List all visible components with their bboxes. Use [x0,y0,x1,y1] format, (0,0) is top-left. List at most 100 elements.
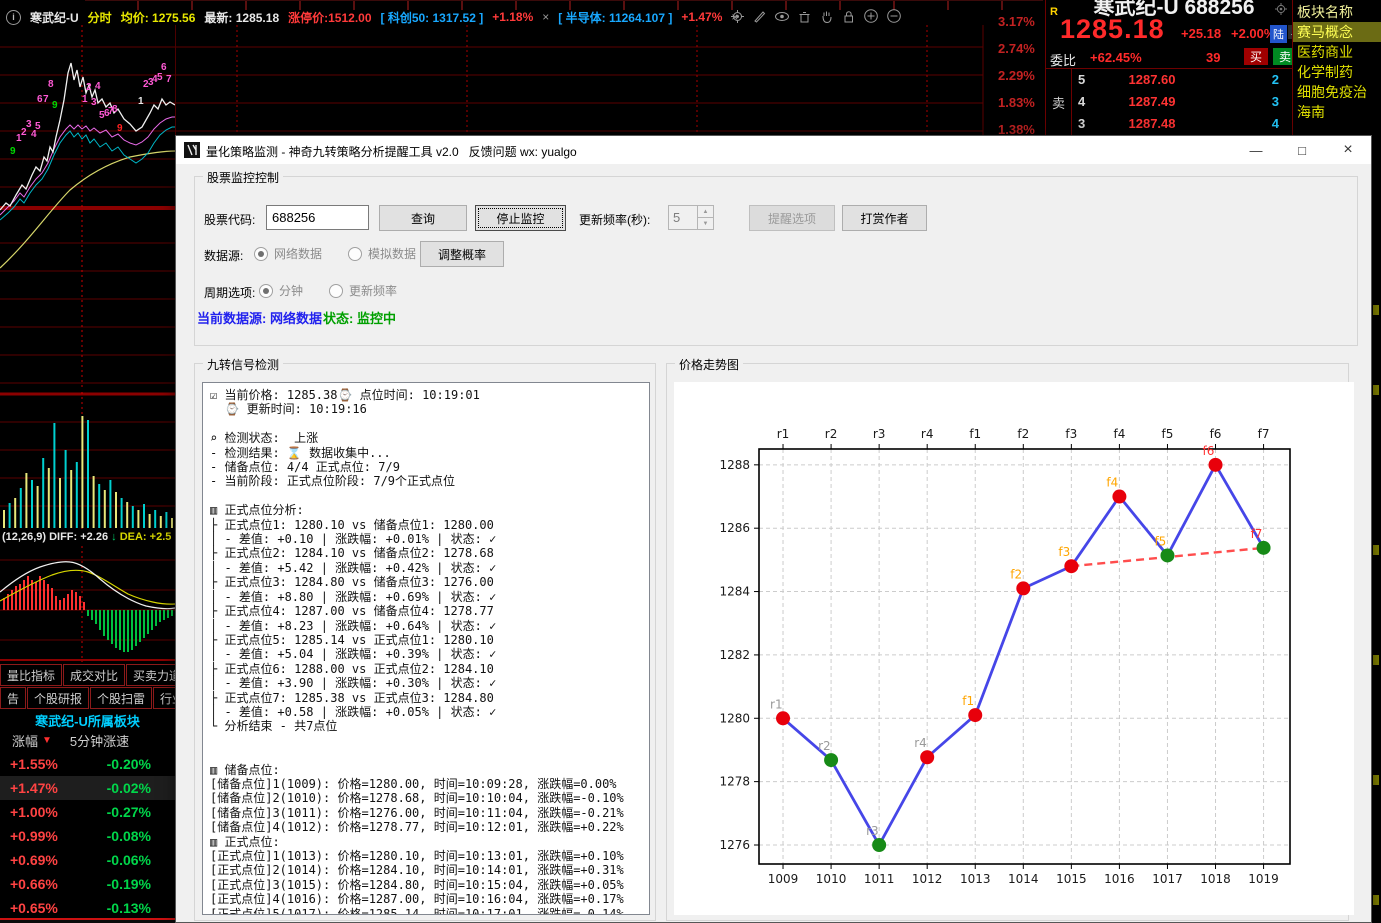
svg-text:r3: r3 [873,427,886,441]
radio-option[interactable]: 更新频率 [329,282,397,299]
board-row[interactable]: +0.66% -0.19% [0,872,175,896]
radio-option[interactable]: 分钟 [259,282,303,299]
close-tag-icon[interactable]: × [542,10,549,24]
svg-text:1014: 1014 [1008,872,1039,886]
indicator-tab[interactable]: 告 [0,687,26,709]
lock-icon[interactable] [841,9,856,24]
board-speed: -0.19% [107,876,151,892]
radio-option[interactable]: 网络数据 [254,245,322,262]
ask-row[interactable]: 5 1287.60 2 [1072,69,1293,91]
macd-diff: (12,26,9) DIFF: +2.26 [2,531,108,543]
data-source-radios: 网络数据 模拟数据 [254,245,416,262]
donate-button[interactable]: 打赏作者 [842,205,927,231]
board-list-item[interactable]: 细胞免疫治 [1293,82,1381,102]
board-list-item[interactable]: 医药商业 [1293,42,1381,62]
background-sliver [1372,135,1381,923]
board-row[interactable]: +0.65% -0.13% [0,896,175,920]
svg-text:f2: f2 [1017,427,1029,441]
indicator-tab[interactable]: 量比指标 [0,664,62,686]
weicha-value: 39 [1206,50,1220,65]
current-source-status: 当前数据源: 网络数据 [197,308,322,327]
hand-icon[interactable] [819,9,834,24]
stock-code-input[interactable] [266,205,369,230]
axis-percent-label: 2.29% [998,68,1044,95]
axis-percent-label: 1.83% [998,95,1044,122]
indicator-tab[interactable]: 个股扫雷 [90,687,152,709]
index-kc50-change: +1.18% [492,10,533,24]
maximize-button[interactable]: □ [1279,136,1325,164]
board-row[interactable]: +0.99% -0.08% [0,824,175,848]
svg-text:f3: f3 [1065,427,1077,441]
zoom-in-icon[interactable] [863,8,879,24]
svg-text:f4: f4 [1106,476,1118,490]
spinner-down-icon[interactable]: ▼ [697,218,713,229]
index-tag-kc50[interactable]: [ 科创50: 1317.52 ] [381,9,484,26]
board-change: +1.00% [10,804,58,820]
col-chg[interactable]: 涨幅 [12,731,38,750]
ask-qty: 2 [1272,72,1279,87]
dialog-titlebar[interactable]: 量化策略监测 - 神奇九转策略分析提醒工具 v2.0 反馈问题 wx: yual… [176,136,1371,164]
ask-row[interactable]: 4 1287.49 3 [1072,91,1293,113]
zoom-out-icon[interactable] [886,8,902,24]
board-row[interactable]: +1.55% -0.20% [0,752,175,776]
adjust-probability-button[interactable]: 调整概率 [420,241,504,267]
sell-button[interactable]: 卖 [1273,48,1293,65]
freq-spinner[interactable]: 5 ▲ ▼ [668,205,714,230]
query-button[interactable]: 查询 [379,205,467,231]
group-title: 股票监控控制 [203,169,283,186]
svg-text:r1: r1 [770,697,783,711]
data-source-label: 数据源: [204,247,243,264]
svg-text:r2: r2 [818,739,831,753]
percent-axis-labels: 3.17%2.74%2.29%1.83%1.38% [998,14,1044,149]
indicator-tab[interactable]: 成交对比 [63,664,125,686]
radio-option[interactable]: 模拟数据 [348,245,416,262]
board-list: 赛马概念医药商业化学制药细胞免疫治海南 [1293,22,1381,122]
ask-row[interactable]: 3 1287.48 4 [1072,113,1293,135]
indicator-tab[interactable]: 买卖力道 [126,664,175,686]
signal-log-area[interactable]: ☑ 当前价格: 1285.38⌚ 点位时间: 10:19:01 ⌚ 更新时间: … [202,382,650,915]
dialog-title: 量化策略监测 - 神奇九转策略分析提醒工具 v2.0 反馈问题 wx: yual… [206,143,577,160]
svg-text:r4: r4 [914,736,927,750]
radio-circle-icon [259,284,273,298]
svg-text:f2: f2 [1010,567,1022,581]
stop-monitor-button[interactable]: 停止监控 [475,205,566,231]
stock-code-label: 股票代码: [204,211,255,228]
board-list-title: 板块名称 [1293,0,1381,22]
board-list-item[interactable]: 赛马概念 [1293,22,1381,42]
spinner-up-icon[interactable]: ▲ [697,206,713,218]
board-row[interactable]: +0.69% -0.06% [0,848,175,872]
indicator-tab[interactable]: 行业 [153,687,175,709]
pen-icon[interactable] [752,9,767,24]
left-chart-strip: 91234567891234567891234567 (12,26,9) DIF… [0,25,176,923]
app-icon [184,142,200,163]
board-row[interactable]: +1.47% -0.02% [0,776,175,800]
quote-percent: +2.00% [1231,26,1275,41]
quote-panel: R 寒武纪-U 688256 1285.18 +25.18 +2.00% 陆 …… [1045,0,1293,135]
price-chart-group: 价格走势图 r11009r21010r31011r41012f11013f210… [666,363,1349,921]
svg-text:1286: 1286 [719,521,750,535]
svg-text:1016: 1016 [1104,872,1135,886]
index-semiconductor-change: +1.47% [681,10,722,24]
main-chart-grid [175,25,995,135]
board-row[interactable]: +1.00% -0.27% [0,800,175,824]
buy-button[interactable]: 买 [1244,48,1268,65]
macd-chart [0,546,175,662]
svg-text:1284: 1284 [719,585,750,599]
index-tag-semiconductor[interactable]: [ 半导体: 11264.107 ] [558,9,672,26]
trash-icon[interactable] [797,9,812,24]
board-list-item[interactable]: 海南 [1293,102,1381,122]
col-speed[interactable]: 5分钟涨速 [70,731,129,750]
indicator-tab[interactable]: 个股研报 [27,687,89,709]
price-trend-chart: r11009r21010r31011r41012f11013f21014f310… [674,382,1354,915]
ask-qty: 4 [1272,116,1279,131]
remind-options-button[interactable]: 提醒选项 [749,205,835,231]
monitor-dialog-window: 量化策略监测 - 神奇九转策略分析提醒工具 v2.0 反馈问题 wx: yual… [175,135,1372,923]
eye-icon[interactable] [774,9,790,24]
quote-gear-icon[interactable] [1274,2,1288,21]
freq-value: 5 [673,210,680,225]
gear-icon[interactable] [730,9,745,24]
svg-text:f5: f5 [1154,534,1166,548]
close-button[interactable]: × [1325,136,1371,164]
minimize-button[interactable]: — [1233,136,1279,164]
board-list-item[interactable]: 化学制药 [1293,62,1381,82]
